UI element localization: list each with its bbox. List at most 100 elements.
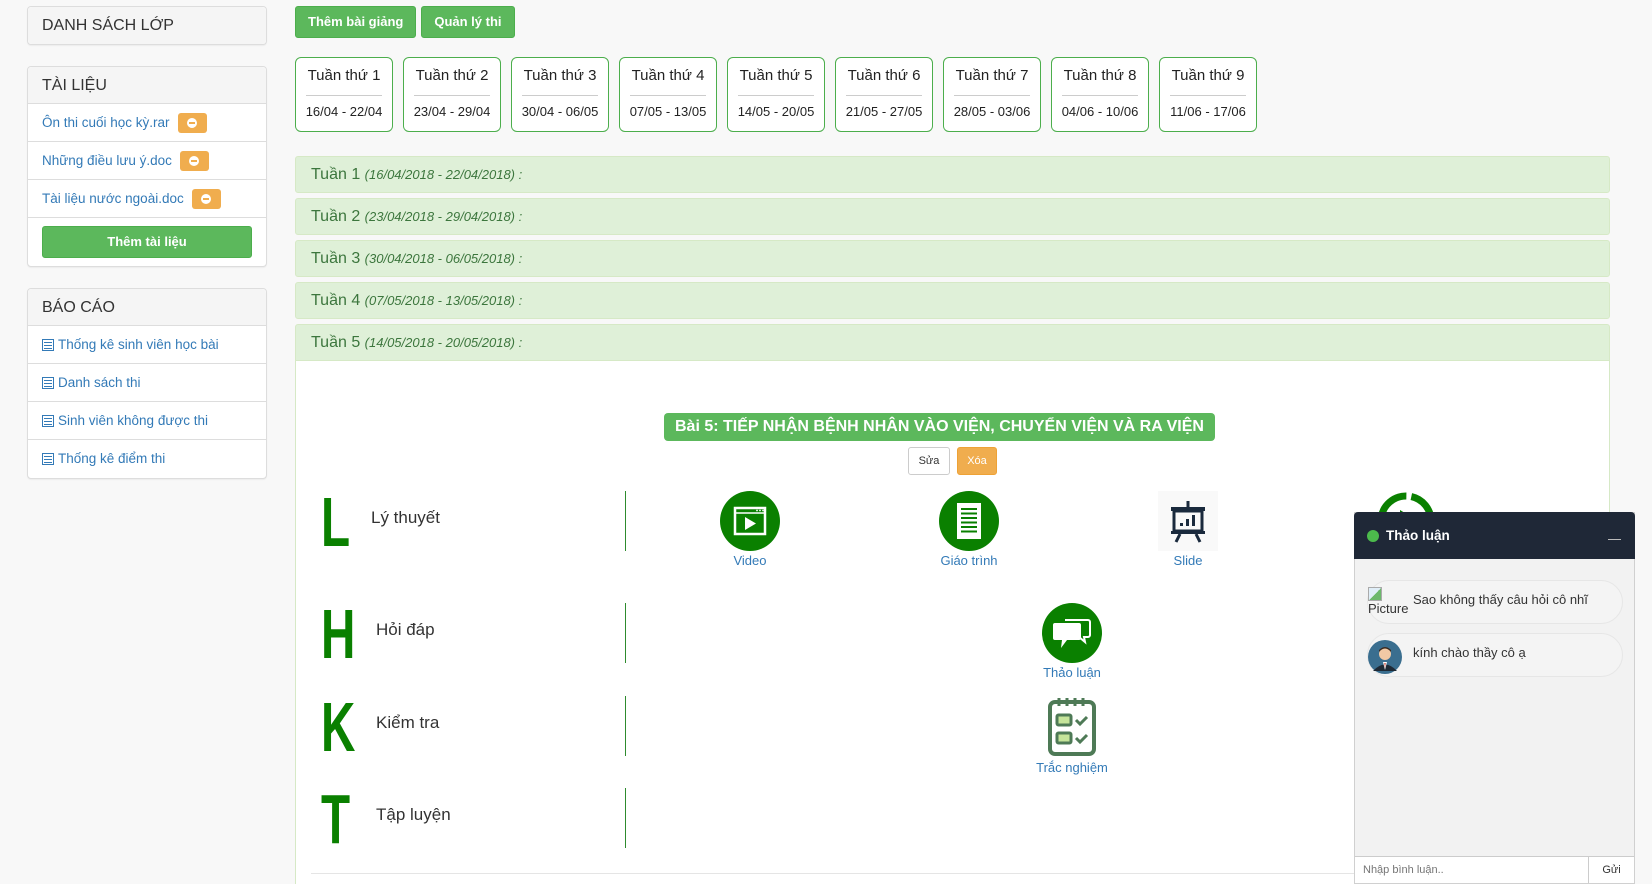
- report-link[interactable]: Thống kê điểm thi: [58, 440, 165, 478]
- document-icon: [939, 491, 999, 551]
- document-link[interactable]: Những điều lưu ý.doc: [42, 142, 172, 180]
- minus-circle-icon: [189, 155, 200, 166]
- remove-document-button[interactable]: [191, 188, 221, 209]
- week-title: Tuần thứ 6: [847, 67, 921, 84]
- presentation-icon: [1158, 491, 1218, 551]
- class-list-heading[interactable]: DANH SÁCH LỚP: [28, 7, 266, 44]
- resource-label: Slide: [1173, 553, 1203, 568]
- document-link[interactable]: Tài liệu nước ngoài.doc: [42, 180, 184, 218]
- accordion-suffix: :: [515, 209, 523, 224]
- avatar-alt-text: Picture: [1368, 601, 1409, 616]
- week-title: Tuần thứ 7: [955, 67, 1029, 84]
- syllabus-resource[interactable]: Giáo trình: [909, 491, 1029, 568]
- report-link[interactable]: Thống kê sinh viên học bài: [58, 326, 219, 364]
- divider: [846, 95, 922, 96]
- accordion-label: Tuần 2: [311, 208, 361, 225]
- accordion-range: (16/04/2018 - 22/04/2018): [364, 167, 516, 182]
- divider: [306, 95, 382, 96]
- week-title: Tuần thứ 9: [1171, 67, 1245, 84]
- chat-message: kính chào thầy cô ạ: [1367, 633, 1623, 677]
- week-range: 11/06 - 17/06: [1170, 104, 1246, 119]
- week-range: 16/04 - 22/04: [305, 104, 383, 119]
- discussion-icon: [1042, 603, 1102, 663]
- report-item[interactable]: Sinh viên không được thi: [28, 402, 266, 440]
- list-icon: [42, 376, 54, 389]
- week-tab-8[interactable]: Tuần thứ 8 04/06 - 10/06: [1051, 57, 1149, 132]
- document-item: Tài liệu nước ngoài.doc: [28, 180, 266, 218]
- remove-document-button[interactable]: [177, 112, 207, 133]
- week-range: 04/06 - 10/06: [1061, 104, 1139, 119]
- section-label: Tập luyện: [376, 805, 451, 824]
- documents-panel: TÀI LIỆU Ôn thi cuối học kỳ.rar Những đi…: [27, 66, 267, 267]
- accordion-week-2[interactable]: Tuần 2 (23/04/2018 - 29/04/2018) :: [295, 198, 1610, 235]
- quiz-resource[interactable]: Trắc nghiệm: [1012, 696, 1132, 775]
- letter-k-icon: K: [321, 688, 356, 766]
- edit-lesson-button[interactable]: Sửa: [908, 447, 950, 475]
- letter-t-icon: T: [321, 780, 351, 858]
- week-title: Tuần thứ 1: [307, 67, 381, 84]
- report-link[interactable]: Sinh viên không được thi: [58, 402, 208, 440]
- message-text: kính chào thầy cô ạ: [1413, 645, 1526, 660]
- week-range: 14/05 - 20/05: [737, 104, 815, 119]
- letter-h-icon: H: [321, 595, 356, 673]
- week-title: Tuần thứ 4: [631, 67, 705, 84]
- send-button[interactable]: Gửi: [1588, 856, 1634, 883]
- add-document-button[interactable]: Thêm tài liệu: [42, 226, 252, 258]
- accordion-label: Tuần 5: [311, 334, 361, 351]
- week-tab-9[interactable]: Tuần thứ 9 11/06 - 17/06: [1159, 57, 1257, 132]
- accordion-week-1[interactable]: Tuần 1 (16/04/2018 - 22/04/2018) :: [295, 156, 1610, 193]
- accordion-suffix: :: [515, 293, 523, 308]
- report-link[interactable]: Danh sách thi: [58, 364, 141, 402]
- week-tab-6[interactable]: Tuần thứ 6 21/05 - 27/05: [835, 57, 933, 132]
- accordion-week-3[interactable]: Tuần 3 (30/04/2018 - 06/05/2018) :: [295, 240, 1610, 277]
- accordion-range: (07/05/2018 - 13/05/2018): [364, 293, 516, 308]
- accordion-suffix: :: [515, 335, 523, 350]
- divider: [414, 95, 490, 96]
- toolbar: Thêm bài giảng Quản lý thi: [295, 6, 515, 38]
- reports-heading: BÁO CÁO: [28, 289, 266, 326]
- divider: [1062, 95, 1138, 96]
- accordion-week-5[interactable]: Tuần 5 (14/05/2018 - 20/05/2018) :: [295, 324, 1610, 361]
- week-tab-5[interactable]: Tuần thứ 5 14/05 - 20/05: [727, 57, 825, 132]
- week-tab-2[interactable]: Tuần thứ 2 23/04 - 29/04: [403, 57, 501, 132]
- document-item: Ôn thi cuối học kỳ.rar: [28, 104, 266, 142]
- avatar: [1368, 640, 1404, 676]
- resource-label: Giáo trình: [940, 553, 998, 568]
- list-icon: [42, 453, 54, 465]
- divider: [625, 696, 626, 756]
- slide-resource[interactable]: Slide: [1128, 491, 1248, 568]
- week-tab-3[interactable]: Tuần thứ 3 30/04 - 06/05: [511, 57, 609, 132]
- chat-header[interactable]: Thảo luận: [1354, 512, 1635, 559]
- report-item[interactable]: Danh sách thi: [28, 364, 266, 402]
- remove-document-button[interactable]: [179, 150, 209, 171]
- divider: [630, 95, 706, 96]
- week-tab-7[interactable]: Tuần thứ 7 28/05 - 03/06: [943, 57, 1041, 132]
- minimize-icon[interactable]: [1608, 539, 1621, 540]
- divider: [625, 491, 626, 551]
- divider: [522, 95, 598, 96]
- comment-input[interactable]: [1355, 856, 1589, 883]
- week-title: Tuần thứ 2: [415, 67, 489, 84]
- document-link[interactable]: Ôn thi cuối học kỳ.rar: [42, 104, 170, 142]
- lesson-title: Bài 5: TIẾP NHẬN BỆNH NHÂN VÀO VIỆN, CHU…: [664, 413, 1215, 441]
- video-icon: [720, 491, 780, 551]
- broken-image-icon: [1368, 587, 1382, 601]
- divider: [625, 788, 626, 848]
- week-range: 30/04 - 06/05: [521, 104, 599, 119]
- week-tab-1[interactable]: Tuần thứ 1 16/04 - 22/04: [295, 57, 393, 132]
- report-item[interactable]: Thống kê sinh viên học bài: [28, 326, 266, 364]
- avatar: Picture: [1368, 587, 1408, 617]
- documents-heading: TÀI LIỆU: [28, 67, 266, 104]
- manage-exam-button[interactable]: Quản lý thi: [421, 6, 515, 38]
- chat-message: Picture Sao không thấy câu hỏi cô nhĩ: [1367, 580, 1623, 624]
- checklist-icon: [1042, 696, 1102, 758]
- minus-circle-icon: [201, 193, 212, 204]
- report-item[interactable]: Thống kê điểm thi: [28, 440, 266, 478]
- video-resource[interactable]: Video: [690, 491, 810, 568]
- add-lesson-button[interactable]: Thêm bài giảng: [295, 6, 417, 38]
- week-tab-4[interactable]: Tuần thứ 4 07/05 - 13/05: [619, 57, 717, 132]
- discussion-resource[interactable]: Thảo luận: [1012, 603, 1132, 680]
- accordion-week-4[interactable]: Tuần 4 (07/05/2018 - 13/05/2018) :: [295, 282, 1610, 319]
- delete-lesson-button[interactable]: Xóa: [957, 447, 997, 475]
- accordion-range: (23/04/2018 - 29/04/2018): [364, 209, 516, 224]
